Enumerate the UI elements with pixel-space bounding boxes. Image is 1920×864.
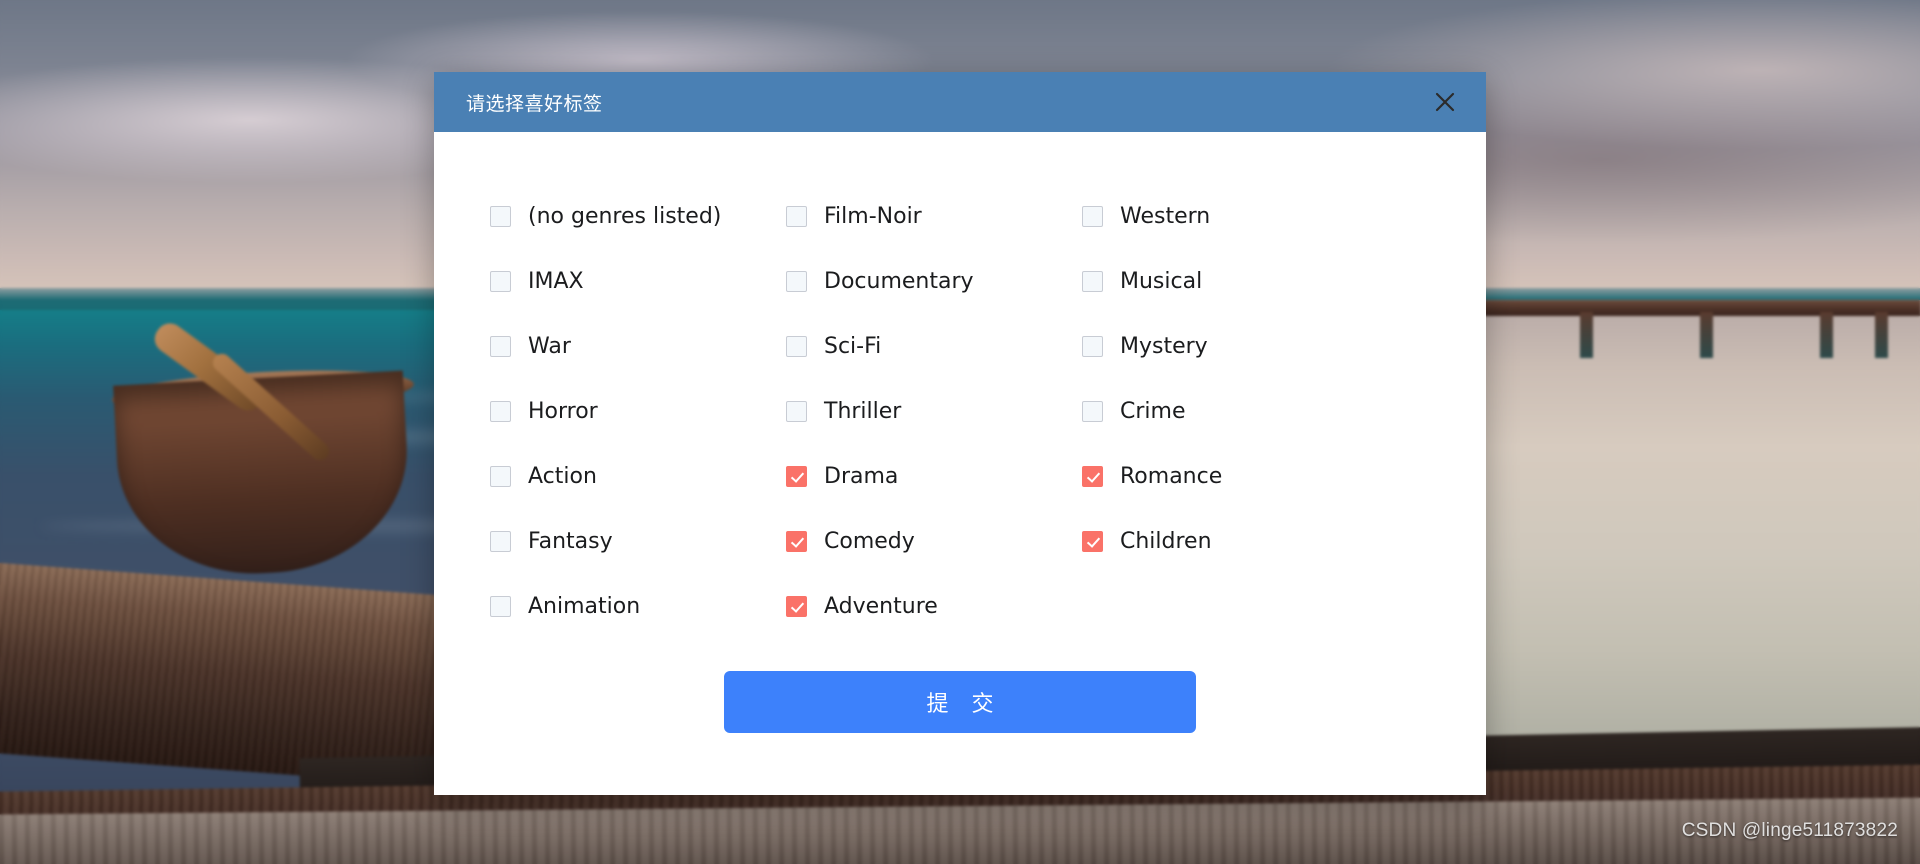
genre-checkbox-drama[interactable]: Drama [786,463,899,489]
genre-cell: Crime [1082,379,1378,444]
genre-cell: Documentary [786,249,1082,314]
checkbox-unchecked-icon[interactable] [786,206,807,227]
checkbox-unchecked-icon[interactable] [490,206,511,227]
genre-label: (no genres listed) [528,203,722,229]
checkbox-checked-icon[interactable] [1082,466,1103,487]
genre-checkbox-musical[interactable]: Musical [1082,268,1203,294]
genre-label: Romance [1120,463,1223,489]
genre-cell: Thriller [786,379,1082,444]
checkbox-checked-icon[interactable] [786,596,807,617]
genre-checkbox-crime[interactable]: Crime [1082,398,1186,424]
genre-label: Drama [824,463,899,489]
genre-label: Musical [1120,268,1203,294]
genre-checkbox-film-noir[interactable]: Film-Noir [786,203,922,229]
genre-checkbox-horror[interactable]: Horror [490,398,598,424]
genre-cell [1082,574,1378,639]
genre-label: Animation [528,593,641,619]
checkbox-unchecked-icon[interactable] [1082,271,1103,292]
checkbox-unchecked-icon[interactable] [490,596,511,617]
submit-button[interactable]: 提 交 [724,671,1196,733]
genre-label: Thriller [824,398,902,424]
genre-checkbox-documentary[interactable]: Documentary [786,268,974,294]
genre-label: IMAX [528,268,584,294]
genre-cell: Horror [490,379,786,444]
checkbox-unchecked-icon[interactable] [490,336,511,357]
genre-checkbox-war[interactable]: War [490,333,571,359]
genre-checkbox-western[interactable]: Western [1082,203,1211,229]
genre-cell: Film-Noir [786,184,1082,249]
checkbox-unchecked-icon[interactable] [1082,336,1103,357]
background-pier-leg [1875,312,1888,358]
genre-label: Horror [528,398,598,424]
checkbox-unchecked-icon[interactable] [1082,401,1103,422]
genre-cell: War [490,314,786,379]
genre-checkbox-imax[interactable]: IMAX [490,268,584,294]
checkbox-unchecked-icon[interactable] [786,336,807,357]
genre-cell: Adventure [786,574,1082,639]
genre-checkbox-thriller[interactable]: Thriller [786,398,902,424]
checkbox-unchecked-icon[interactable] [490,271,511,292]
genre-cell: Action [490,444,786,509]
genre-label: War [528,333,571,359]
genre-cell: (no genres listed) [490,184,786,249]
genre-checkbox-mystery[interactable]: Mystery [1082,333,1208,359]
genre-cell: IMAX [490,249,786,314]
genre-checkbox-fantasy[interactable]: Fantasy [490,528,613,554]
genre-cell: Drama [786,444,1082,509]
genre-checkbox-romance[interactable]: Romance [1082,463,1223,489]
genre-checkbox-animation[interactable]: Animation [490,593,641,619]
genre-checkbox-comedy[interactable]: Comedy [786,528,915,554]
dialog-title: 请选择喜好标签 [466,92,603,115]
checkbox-checked-icon[interactable] [786,466,807,487]
genre-label: Action [528,463,597,489]
checkbox-unchecked-icon[interactable] [490,466,511,487]
genre-label: Children [1120,528,1212,554]
genre-label: Adventure [824,593,938,619]
genre-label: Mystery [1120,333,1208,359]
checkbox-unchecked-icon[interactable] [786,401,807,422]
close-icon [1434,91,1456,113]
genre-label: Crime [1120,398,1186,424]
background-pier-leg [1700,312,1713,358]
dialog-header: 请选择喜好标签 [434,72,1486,132]
genre-label: Sci-Fi [824,333,882,359]
checkbox-checked-icon[interactable] [786,531,807,552]
genre-checkbox-no-genres-listed[interactable]: (no genres listed) [490,203,722,229]
genre-checkbox-adventure[interactable]: Adventure [786,593,938,619]
genre-checkbox-grid: (no genres listed) Film-Noir Western IMAX Do… [490,184,1430,639]
checkbox-checked-icon[interactable] [1082,531,1103,552]
checkbox-unchecked-icon[interactable] [490,531,511,552]
checkbox-unchecked-icon[interactable] [786,271,807,292]
background-pier-leg [1580,312,1593,358]
checkbox-unchecked-icon[interactable] [1082,206,1103,227]
preference-tags-dialog: 请选择喜好标签 (no genres listed) Film-Noir Weste… [434,72,1486,795]
genre-checkbox-sci-fi[interactable]: Sci-Fi [786,333,882,359]
genre-label: Western [1120,203,1211,229]
genre-cell: Animation [490,574,786,639]
dialog-body: (no genres listed) Film-Noir Western IMAX Do… [434,132,1486,639]
close-button[interactable] [1428,85,1462,119]
genre-cell: Comedy [786,509,1082,574]
genre-checkbox-children[interactable]: Children [1082,528,1212,554]
genre-cell: Romance [1082,444,1378,509]
checkbox-unchecked-icon[interactable] [490,401,511,422]
genre-checkbox-action[interactable]: Action [490,463,597,489]
genre-cell: Mystery [1082,314,1378,379]
genre-cell: Western [1082,184,1378,249]
genre-cell: Fantasy [490,509,786,574]
genre-label: Film-Noir [824,203,922,229]
csdn-watermark: CSDN @linge511873822 [1681,820,1898,841]
genre-cell: Children [1082,509,1378,574]
dialog-footer: 提 交 [434,639,1486,795]
genre-label: Fantasy [528,528,613,554]
genre-cell: Sci-Fi [786,314,1082,379]
background-pier-leg [1820,312,1833,358]
genre-cell: Musical [1082,249,1378,314]
genre-label: Comedy [824,528,915,554]
genre-label: Documentary [824,268,974,294]
